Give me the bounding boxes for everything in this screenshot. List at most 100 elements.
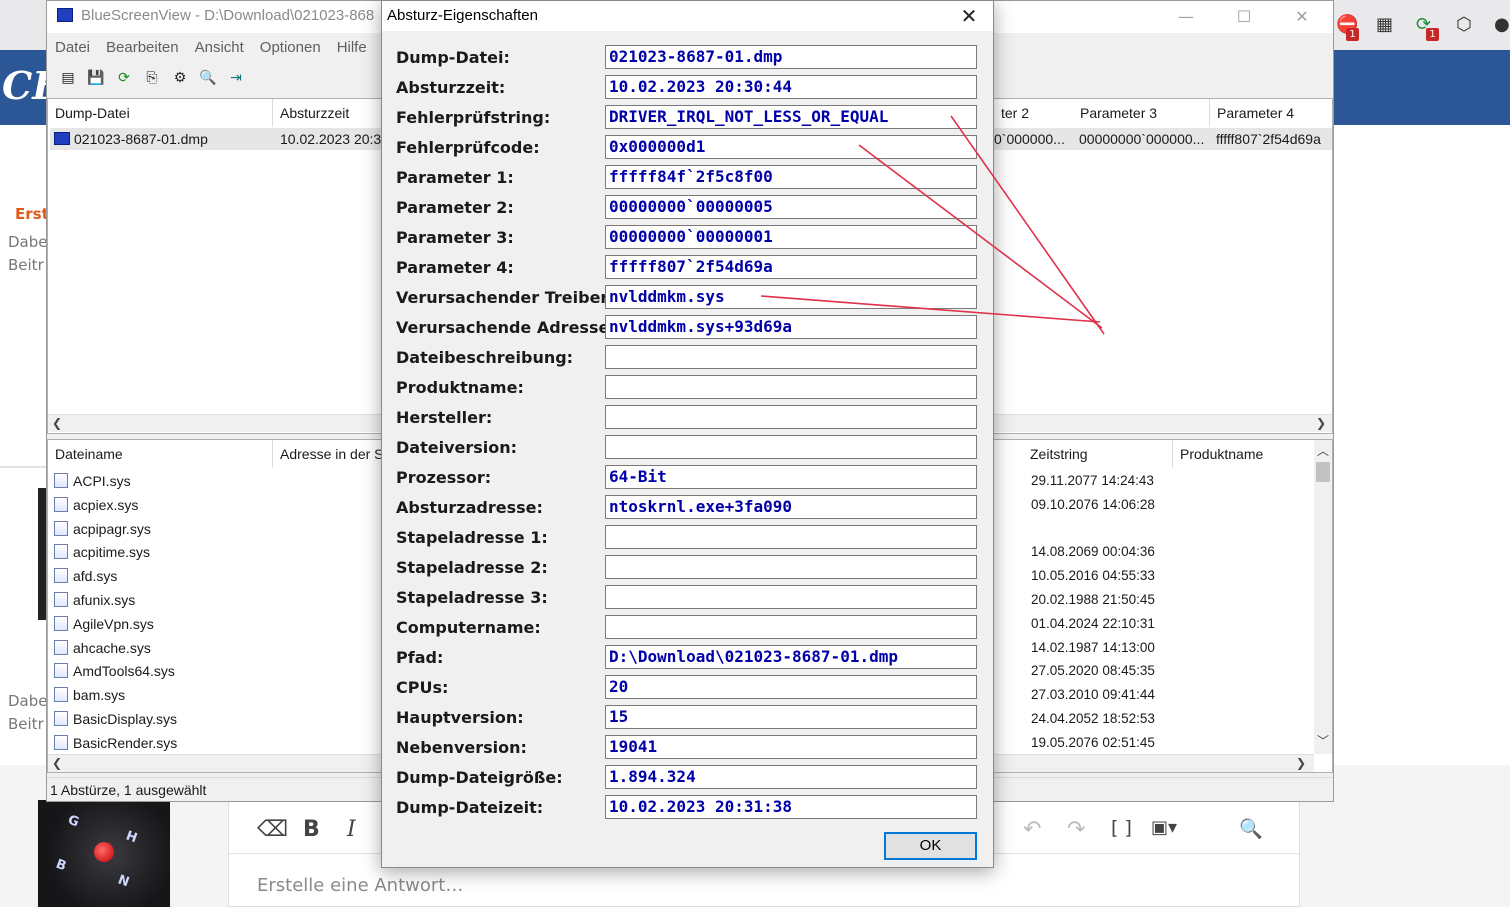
cube-icon[interactable]: ⬡ (1456, 14, 1472, 35)
field-value[interactable]: 021023-8687-01.dmp (605, 45, 977, 69)
save-draft-icon[interactable]: ▣▾ (1151, 817, 1177, 838)
trackpoint (94, 842, 114, 862)
field-value[interactable]: 20 (605, 675, 977, 699)
avatar-image: G H B N (38, 800, 170, 907)
maximize-icon[interactable]: ☐ (1221, 5, 1267, 29)
scroll-down-icon[interactable]: ﹀ (1317, 732, 1329, 749)
driver-timestring-cell: 14.02.1987 14:13:00 (1031, 639, 1155, 655)
exit-icon[interactable]: ⇥ (225, 67, 247, 89)
window-title: BlueScreenView - D:\Download\021023-868 (81, 7, 375, 24)
scroll-up-icon[interactable]: ︿ (1317, 442, 1329, 459)
menu-ansicht[interactable]: Ansicht (187, 35, 244, 56)
driver-filename-cell[interactable]: afunix.sys (54, 592, 135, 608)
driver-file-icon (54, 496, 68, 512)
driver-filename-cell[interactable]: acpitime.sys (54, 544, 150, 560)
scroll-right-icon[interactable]: ❯ (1296, 756, 1306, 770)
profile-icon[interactable]: ● (1494, 14, 1510, 35)
field-value[interactable]: 64-Bit (605, 465, 977, 489)
field-value[interactable]: 10.02.2023 20:30:44 (605, 75, 977, 99)
options-icon[interactable]: ⚙ (169, 67, 191, 89)
field-value[interactable]: 0x000000d1 (605, 135, 977, 159)
save-icon[interactable]: 💾 (85, 67, 107, 89)
redo-icon[interactable]: ↷ (1067, 817, 1085, 842)
extension-grid-icon[interactable]: ▦ (1376, 14, 1393, 35)
field-value[interactable]: D:\Download\021023-8687-01.dmp (605, 645, 977, 669)
field-value[interactable]: 00000000`00000001 (605, 225, 977, 249)
driver-filename-cell[interactable]: acpiex.sys (54, 496, 138, 513)
field-value[interactable]: 19041 (605, 735, 977, 759)
find-icon[interactable]: 🔍 (197, 67, 219, 89)
undo-icon[interactable]: ↶ (1023, 817, 1041, 842)
driver-filename-cell[interactable]: BasicRender.sys (54, 734, 177, 751)
scroll-left-icon[interactable]: ❮ (52, 756, 62, 770)
field-value[interactable]: ntoskrnl.exe+3fa090 (605, 495, 977, 519)
column-header-parameter-2[interactable]: ter 2 (994, 99, 1074, 127)
scroll-right-icon[interactable]: ❯ (1316, 416, 1326, 430)
toolbar: ▤ 💾 ⟳ ⎘ ⚙ 🔍 ⇥ (57, 67, 253, 89)
field-value[interactable] (605, 345, 977, 369)
post-text-fragment: Dabe (8, 233, 48, 251)
menu-optionen[interactable]: Optionen (252, 35, 321, 56)
field-value[interactable]: 10.02.2023 20:31:38 (605, 795, 977, 819)
driver-filename-cell[interactable]: bam.sys (54, 687, 125, 703)
copy-icon[interactable]: ⎘ (141, 67, 163, 89)
field-value[interactable] (605, 405, 977, 429)
extension-sync-icon[interactable]: ⟳ 1 (1416, 14, 1439, 41)
field-value[interactable]: nvlddmkm.sys+93d69a (605, 315, 977, 339)
driver-filename-cell[interactable]: afd.sys (54, 568, 117, 584)
field-value[interactable]: 15 (605, 705, 977, 729)
driver-filename-cell[interactable]: AmdTools64.sys (54, 663, 175, 679)
column-header-address[interactable]: Adresse in der S (273, 440, 388, 468)
field-value[interactable]: fffff807`2f54d69a (605, 255, 977, 279)
field-value[interactable] (605, 375, 977, 399)
minimize-icon[interactable]: — (1163, 5, 1209, 29)
column-header-crash-time[interactable]: Absturzzeit (273, 99, 383, 127)
field-value[interactable] (605, 435, 977, 459)
menu-datei[interactable]: Datei (47, 35, 90, 56)
field-value[interactable] (605, 585, 977, 609)
column-header-timestring[interactable]: Zeitstring (1023, 440, 1173, 468)
column-header-parameter-3[interactable]: Parameter 3 (1073, 99, 1210, 127)
bold-icon[interactable]: B (303, 817, 320, 842)
reply-input-placeholder[interactable]: Erstelle eine Antwort… (257, 875, 463, 896)
thread-title-fragment[interactable]: Erst (15, 205, 49, 223)
bbcode-icon[interactable]: [ ] (1111, 817, 1132, 839)
site-logo[interactable]: CB (0, 56, 64, 116)
scroll-left-icon[interactable]: ❮ (52, 416, 62, 430)
scroll-thumb[interactable] (1316, 462, 1330, 482)
driver-filename-cell[interactable]: AgileVpn.sys (54, 615, 154, 632)
field-value[interactable]: fffff84f`2f5c8f00 (605, 165, 977, 189)
menu-hilfe[interactable]: Hilfe (329, 35, 367, 56)
driver-filename-cell[interactable]: ACPI.sys (54, 473, 131, 489)
close-icon[interactable]: ✕ (1279, 5, 1325, 29)
crash-time-cell: 10.02.2023 20:30 (280, 131, 389, 147)
field-value[interactable]: nvlddmkm.sys (605, 285, 977, 309)
adblock-icon[interactable]: ⛔ 1 (1336, 14, 1359, 41)
refresh-icon[interactable]: ⟳ (113, 67, 135, 89)
eraser-icon[interactable]: ⌫ (257, 817, 288, 842)
field-value[interactable] (605, 525, 977, 549)
field-value[interactable]: 1.894.324 (605, 765, 977, 789)
field-value[interactable]: 00000000`00000005 (605, 195, 977, 219)
driver-timestring-cell: 27.03.2010 09:41:44 (1031, 687, 1155, 703)
driver-filename-cell[interactable]: ahcache.sys (54, 639, 151, 656)
ok-button[interactable]: OK (884, 832, 977, 860)
driver-filename-cell[interactable]: acpipagr.sys (54, 520, 151, 537)
column-header-parameter-4[interactable]: Parameter 4 (1210, 99, 1332, 127)
driver-filename: afd.sys (73, 568, 118, 585)
field-value[interactable]: DRIVER_IRQL_NOT_LESS_OR_EQUAL (605, 105, 977, 129)
close-icon[interactable]: ✕ (951, 3, 987, 29)
column-header-dump-file[interactable]: Dump-Datei (48, 99, 273, 127)
driver-filename-cell[interactable]: BasicDisplay.sys (54, 711, 177, 727)
field-label: Stapeladresse 1: (396, 528, 548, 547)
menu-bearbeiten[interactable]: Bearbeiten (98, 35, 179, 56)
field-value[interactable] (605, 615, 977, 639)
properties-icon[interactable]: ▤ (57, 67, 79, 89)
column-header-filename[interactable]: Dateiname (48, 440, 273, 468)
vertical-scrollbar[interactable]: ︿ ﹀ (1314, 440, 1332, 754)
field-value[interactable] (605, 555, 977, 579)
dialog-titlebar[interactable]: Absturz-Eigenschaften ✕ (382, 1, 993, 31)
italic-icon[interactable]: I (347, 817, 356, 842)
preview-icon[interactable]: 🔍 (1239, 817, 1263, 840)
column-header-product-name[interactable]: Produktname (1173, 440, 1313, 468)
